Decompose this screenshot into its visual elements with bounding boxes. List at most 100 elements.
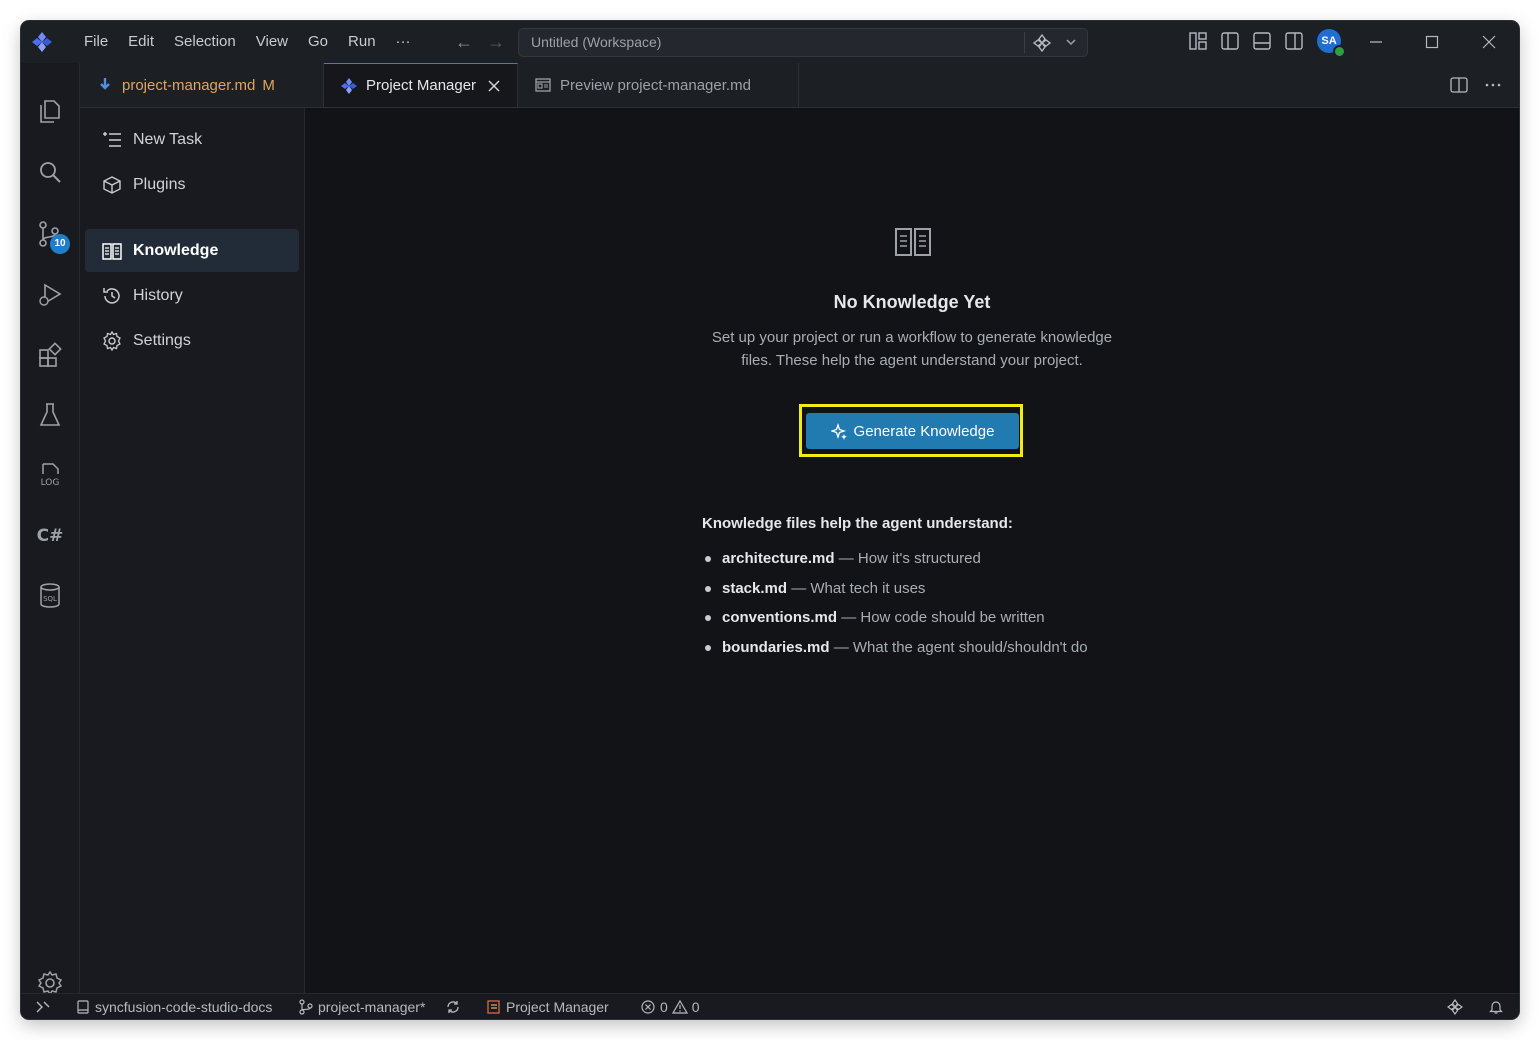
- error-icon: [641, 1000, 655, 1014]
- title-bar: File Edit Selection View Go Run ··· ← → …: [21, 21, 1519, 63]
- split-editor-icon[interactable]: [1449, 75, 1469, 95]
- repo-icon: [77, 1000, 89, 1014]
- book-icon: [895, 228, 931, 256]
- csharp-icon[interactable]: C#: [35, 520, 65, 550]
- problems-indicator[interactable]: 0 0: [640, 994, 700, 1019]
- project-manager-icon: [341, 77, 357, 94]
- svg-text:LOG: LOG: [41, 478, 60, 488]
- explorer-icon[interactable]: [35, 96, 65, 126]
- bullet: [705, 556, 711, 562]
- workspace-title: Untitled (Workspace): [531, 34, 662, 50]
- online-status-dot: [1333, 45, 1346, 58]
- sidebar-item-label: Knowledge: [133, 241, 219, 259]
- file-name: boundaries.md: [722, 638, 830, 656]
- toggle-secondary-sidebar-icon[interactable]: [1282, 29, 1306, 53]
- tab-project-manager[interactable]: Project Manager: [324, 63, 518, 107]
- knowledge-panel: No Knowledge Yet Set up your project or …: [305, 108, 1519, 993]
- menu-go[interactable]: Go: [298, 21, 338, 63]
- remote-icon: [36, 1001, 50, 1013]
- sidebar-item-new-task[interactable]: New Task: [85, 118, 299, 161]
- customize-layout-icon[interactable]: [1186, 29, 1210, 53]
- search-icon[interactable]: [35, 158, 65, 188]
- toggle-primary-sidebar-icon[interactable]: [1218, 29, 1242, 53]
- sidebar-item-label: History: [133, 286, 183, 304]
- sidebar-item-history[interactable]: History: [85, 274, 299, 317]
- testing-icon[interactable]: [35, 400, 65, 430]
- file-name: stack.md: [722, 579, 788, 597]
- run-debug-icon[interactable]: [35, 280, 65, 310]
- bullet: [705, 615, 711, 621]
- menu-more[interactable]: ···: [386, 21, 421, 63]
- list-add-icon: [103, 131, 121, 147]
- empty-state-description: Set up your project or run a workflow to…: [711, 329, 1113, 369]
- notifications-button[interactable]: [1488, 994, 1504, 1019]
- chevron-down-icon[interactable]: [1063, 34, 1079, 50]
- menu-edit[interactable]: Edit: [118, 21, 164, 63]
- sidebar-item-settings[interactable]: Settings: [85, 319, 299, 362]
- file-description: — What the agent should/shouldn't do: [833, 638, 1088, 656]
- file-name: conventions.md: [722, 609, 838, 626]
- modified-indicator: M: [262, 76, 275, 94]
- more-actions-icon[interactable]: [1483, 75, 1503, 95]
- help-heading: Knowledge files help the agent understan…: [702, 515, 1013, 532]
- menu-selection[interactable]: Selection: [164, 21, 246, 63]
- warning-icon: [671, 999, 688, 1014]
- close-icon: [1482, 35, 1496, 49]
- toggle-panel-icon[interactable]: [1250, 29, 1274, 53]
- workspace-folder[interactable]: syncfusion-code-studio-docs: [75, 994, 272, 1019]
- log-icon[interactable]: LOG: [35, 460, 65, 490]
- editor-tab-bar: project-manager.md M Project Manager Pre…: [80, 63, 1519, 108]
- remote-indicator[interactable]: [35, 994, 51, 1019]
- copilot-status[interactable]: [1447, 994, 1463, 1019]
- tab-project-manager-md[interactable]: project-manager.md M: [80, 63, 324, 107]
- sidebar-item-plugins[interactable]: Plugins: [85, 163, 299, 206]
- list-item: architecture.md — How it's structured: [702, 544, 1088, 574]
- project-manager-sidebar: New Task Plugins Knowledge History Setti…: [80, 108, 305, 993]
- activity-bar: 10 LOG C# SQL: [21, 63, 80, 996]
- sidebar-item-label: New Task: [133, 130, 203, 148]
- project-manager-status[interactable]: Project Manager: [486, 994, 609, 1019]
- project-manager-status-icon: [487, 1000, 500, 1014]
- app-logo-icon[interactable]: [31, 31, 53, 53]
- sync-button[interactable]: [445, 994, 461, 1019]
- sidebar-item-knowledge[interactable]: Knowledge: [85, 229, 299, 272]
- error-count: 0: [660, 999, 668, 1015]
- branch-name: project-manager*: [318, 999, 426, 1015]
- extensions-icon[interactable]: [35, 340, 65, 370]
- status-label: Project Manager: [506, 999, 609, 1015]
- copilot-icon: [1447, 999, 1463, 1015]
- menu-run[interactable]: Run: [338, 21, 386, 63]
- knowledge-files-list: architecture.md — How it's structured st…: [702, 544, 1088, 662]
- gear-icon: [103, 330, 121, 351]
- menu-view[interactable]: View: [246, 21, 298, 63]
- sidebar-item-label: Settings: [133, 331, 191, 349]
- tab-label: project-manager.md: [122, 76, 256, 94]
- history-icon: [103, 287, 120, 304]
- tab-preview-project-manager[interactable]: Preview project-manager.md: [518, 63, 799, 107]
- file-name: architecture.md: [722, 550, 835, 567]
- markdown-file-icon: [100, 78, 110, 90]
- command-center-search[interactable]: Untitled (Workspace): [518, 28, 1088, 57]
- menu-file[interactable]: File: [74, 21, 118, 63]
- sql-database-icon[interactable]: SQL: [35, 580, 65, 610]
- close-icon[interactable]: [486, 78, 502, 94]
- forward-arrow-icon[interactable]: →: [485, 31, 507, 53]
- back-arrow-icon[interactable]: ←: [453, 31, 475, 53]
- app-window: File Edit Selection View Go Run ··· ← → …: [21, 21, 1519, 1019]
- maximize-button[interactable]: [1404, 21, 1460, 63]
- git-branch-icon: [299, 999, 313, 1015]
- minimize-button[interactable]: [1348, 21, 1404, 63]
- file-description: — How code should be written: [841, 609, 1045, 626]
- book-icon: [102, 242, 122, 260]
- folder-name: syncfusion-code-studio-docs: [95, 999, 273, 1015]
- file-description: — What tech it uses: [791, 579, 926, 597]
- menu-bar: File Edit Selection View Go Run ···: [74, 21, 421, 63]
- divider: [1024, 32, 1025, 53]
- close-window-button[interactable]: [1461, 21, 1517, 63]
- copilot-icon[interactable]: [1032, 33, 1052, 53]
- git-branch[interactable]: project-manager*: [298, 994, 425, 1019]
- warning-count: 0: [691, 999, 700, 1015]
- tab-label: Project Manager: [366, 77, 477, 94]
- generate-knowledge-button[interactable]: Generate Knowledge: [806, 413, 1019, 449]
- list-item: stack.md — What tech it uses: [702, 574, 1088, 604]
